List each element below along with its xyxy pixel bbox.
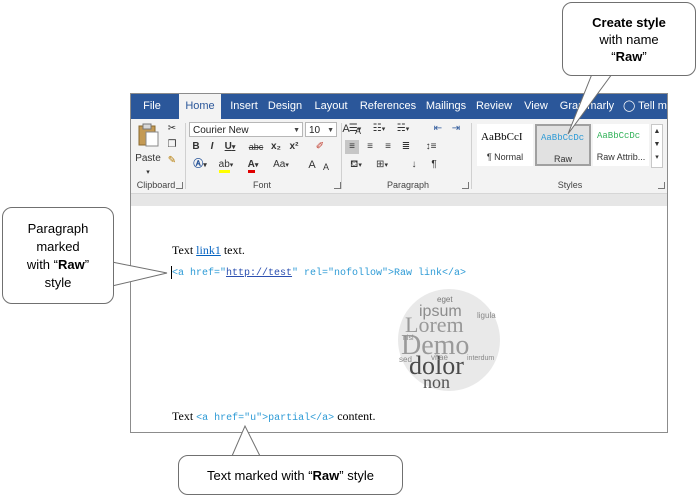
callout-text-marked: Text marked with “Raw” style xyxy=(178,455,403,495)
callout-create-style: Create style with name “Raw” xyxy=(562,2,696,76)
callout-paragraph-marked: Paragraph marked with “Raw” style xyxy=(2,207,114,304)
